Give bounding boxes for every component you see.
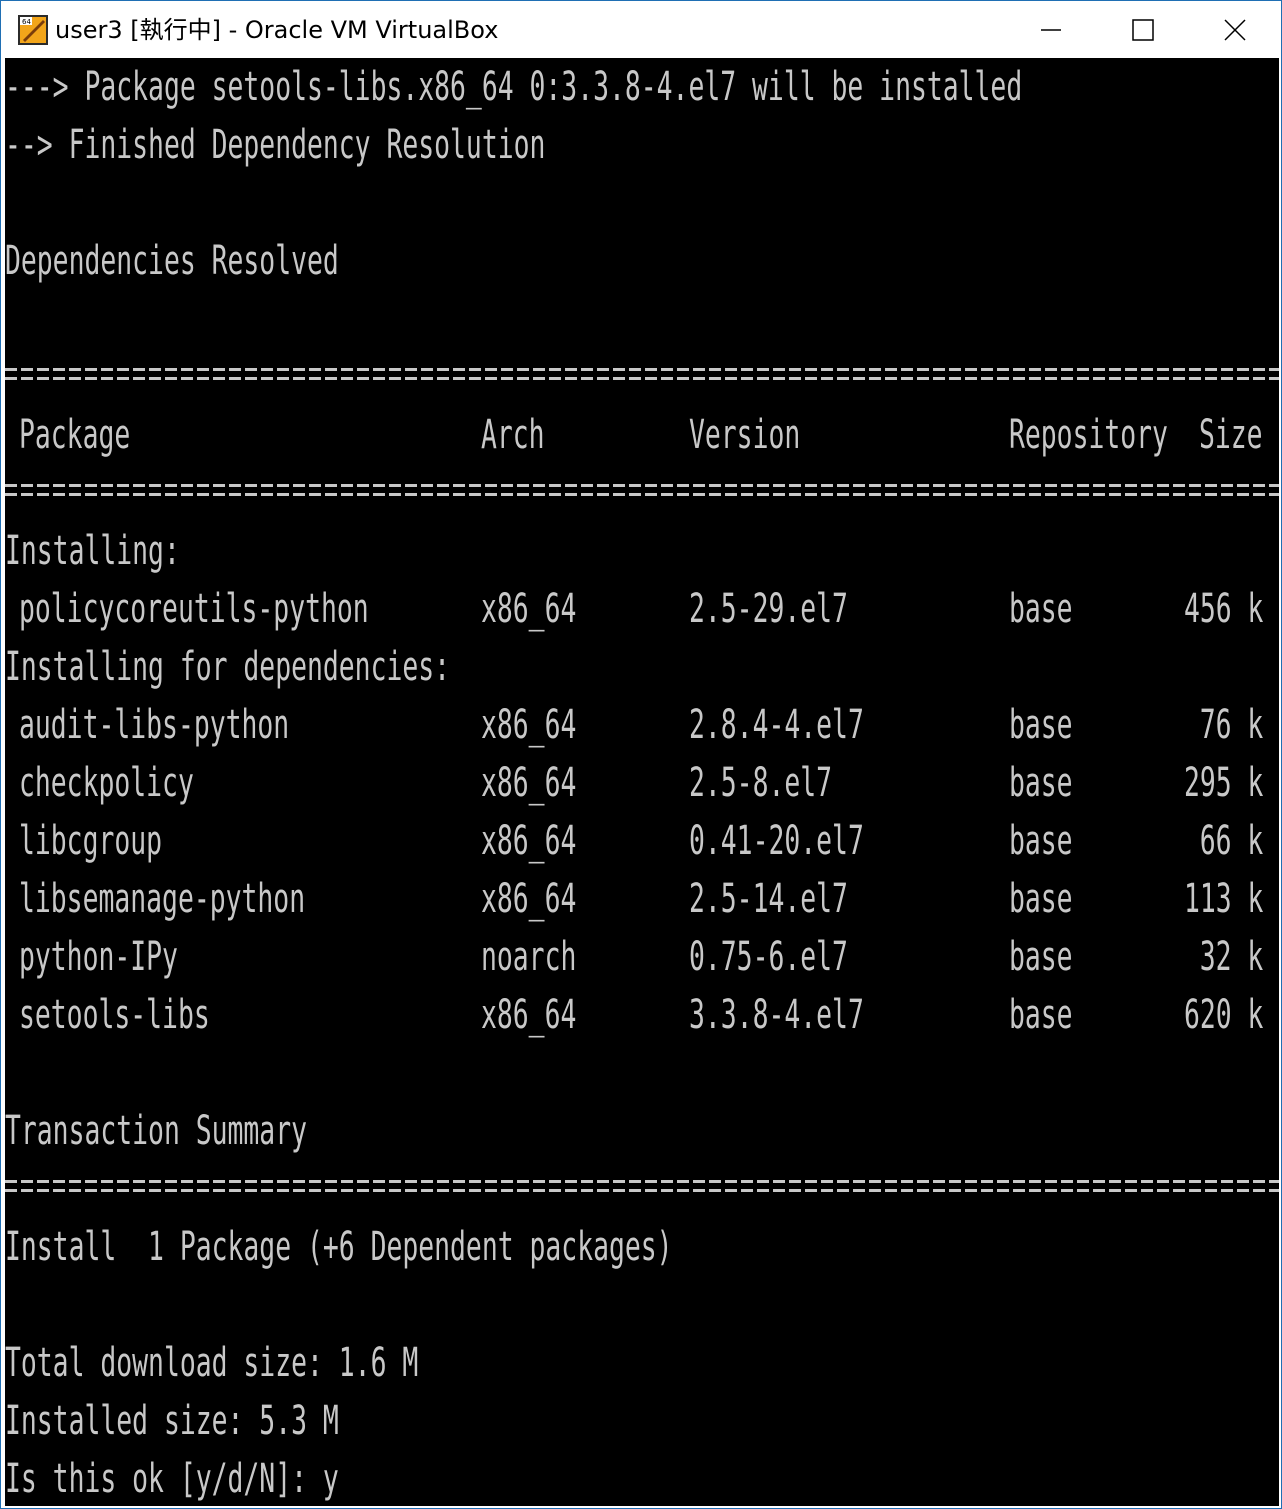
svg-text:64: 64 [22, 18, 31, 26]
package-size: 295 k [1183, 760, 1263, 806]
package-repository: base [1009, 818, 1073, 864]
header-package: Package [19, 412, 131, 458]
minimize-button[interactable] [1005, 1, 1097, 58]
package-name: checkpolicy [19, 760, 194, 806]
package-name: libcgroup [19, 818, 163, 864]
package-name: audit-libs-python [19, 702, 290, 748]
dependency-resolution-line: --> Finished Dependency Resolution [5, 122, 546, 168]
table-row: libcgroup x86_64 0.41-20.el7 base 66 k [5, 812, 1279, 870]
package-version: 3.3.8-4.el7 [689, 992, 864, 1038]
package-size: 620 k [1183, 992, 1263, 1038]
package-install-line: ---> Package setools-libs.x86_64 0:3.3.8… [5, 64, 1023, 110]
package-version: 0.75-6.el7 [689, 934, 848, 980]
close-button[interactable] [1189, 1, 1281, 58]
package-arch: x86_64 [481, 586, 577, 632]
package-size: 66 k [1199, 818, 1263, 864]
package-size: 456 k [1183, 586, 1263, 632]
separator-line [5, 1176, 1279, 1196]
virtualbox-icon: 64 [18, 15, 48, 45]
table-row: python-IPy noarch 0.75-6.el7 base 32 k [5, 928, 1279, 986]
maximize-icon [1132, 18, 1154, 41]
download-size-line: Total download size: 1.6 M [5, 1340, 419, 1386]
table-row: checkpolicy x86_64 2.5-8.el7 base 295 k [5, 754, 1279, 812]
package-repository: base [1009, 876, 1073, 922]
package-arch: x86_64 [481, 992, 577, 1038]
package-version: 0.41-20.el7 [689, 818, 864, 864]
package-size: 113 k [1183, 876, 1263, 922]
package-name: python-IPy [19, 934, 178, 980]
package-arch: x86_64 [481, 876, 577, 922]
transaction-summary-title: Transaction Summary [5, 1108, 307, 1154]
package-repository: base [1009, 992, 1073, 1038]
package-repository: base [1009, 702, 1073, 748]
package-size: 76 k [1199, 702, 1263, 748]
package-version: 2.5-29.el7 [689, 586, 848, 632]
package-arch: x86_64 [481, 760, 577, 806]
package-arch: noarch [481, 934, 577, 980]
installed-size-line: Installed size: 5.3 M [5, 1398, 339, 1444]
package-version: 2.8.4-4.el7 [689, 702, 864, 748]
package-size: 32 k [1199, 934, 1263, 980]
close-icon [1224, 18, 1246, 41]
table-row: policycoreutils-python x86_64 2.5-29.el7… [5, 580, 1279, 638]
separator-line [5, 364, 1279, 384]
package-name: libsemanage-python [19, 876, 306, 922]
table-header-row: Package Arch Version Repository Size [5, 406, 1279, 464]
package-repository: base [1009, 586, 1073, 632]
header-arch: Arch [481, 412, 545, 458]
table-row: setools-libs x86_64 3.3.8-4.el7 base 620… [5, 986, 1279, 1044]
terminal-screen[interactable]: ---> Package setools-libs.x86_64 0:3.3.8… [5, 58, 1279, 1506]
header-version: Version [689, 412, 801, 458]
table-row: audit-libs-python x86_64 2.8.4-4.el7 bas… [5, 696, 1279, 754]
package-arch: x86_64 [481, 818, 577, 864]
window-title: user3 [執行中] - Oracle VM VirtualBox [55, 16, 499, 44]
package-arch: x86_64 [481, 702, 577, 748]
header-size: Size [1199, 412, 1263, 458]
install-count-line: Install 1 Package (+6 Dependent packages… [5, 1224, 673, 1270]
maximize-button[interactable] [1097, 1, 1189, 58]
dependencies-label: Installing for dependencies: [5, 644, 451, 690]
package-version: 2.5-8.el7 [689, 760, 833, 806]
package-repository: base [1009, 934, 1073, 980]
package-repository: base [1009, 760, 1073, 806]
table-row: libsemanage-python x86_64 2.5-14.el7 bas… [5, 870, 1279, 928]
header-repository: Repository [1009, 412, 1168, 458]
title-bar[interactable]: 64 user3 [執行中] - Oracle VM VirtualBox [1, 1, 1281, 58]
dependencies-resolved-line: Dependencies Resolved [5, 238, 339, 284]
separator-line [5, 480, 1279, 500]
installing-label: Installing: [5, 528, 180, 574]
virtualbox-window: 64 user3 [執行中] - Oracle VM VirtualBox --… [0, 0, 1282, 1509]
package-version: 2.5-14.el7 [689, 876, 848, 922]
minimize-icon [1041, 28, 1061, 31]
confirm-prompt[interactable]: Is this ok [y/d/N]: y [5, 1450, 339, 1506]
package-name: policycoreutils-python [19, 586, 369, 632]
package-name: setools-libs [19, 992, 210, 1038]
